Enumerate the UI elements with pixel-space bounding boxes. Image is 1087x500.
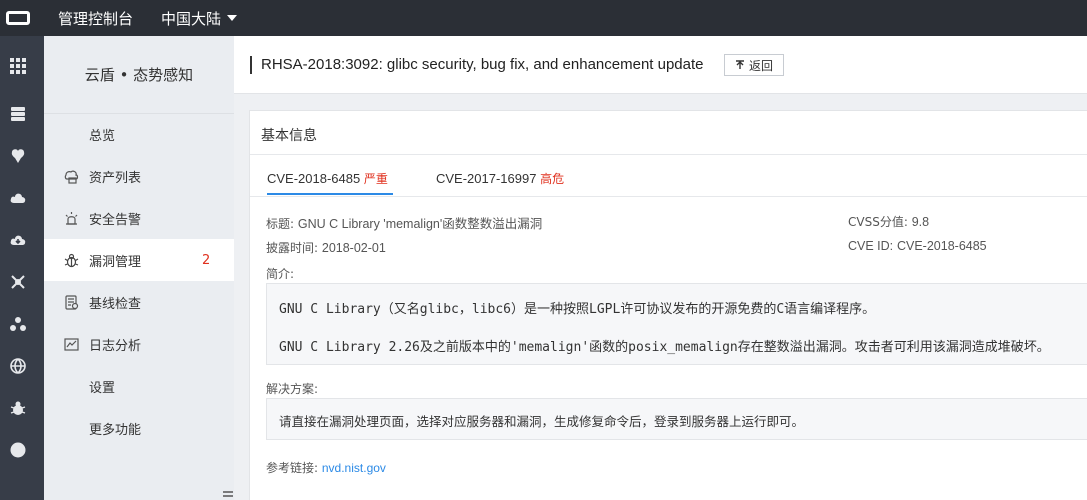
- intro-line: GNU C Library（又名glibc，libc6）是一种按照LGPL许可协…: [279, 302, 876, 317]
- cve-tabs: CVE-2018-6485 严重 CVE-2017-16997 高危: [250, 155, 1087, 197]
- reference-label: 参考链接:: [266, 461, 319, 475]
- sidebar-item-logs[interactable]: 日志分析: [44, 323, 234, 365]
- cvss-label: CVSS分值:: [848, 215, 908, 229]
- sidebar-item-label: 总览: [89, 128, 116, 144]
- bug-icon[interactable]: [10, 400, 26, 416]
- collapse-sidebar-icon[interactable]: [222, 488, 234, 500]
- sidebar-item-overview[interactable]: 总览: [44, 113, 234, 155]
- cve-id-label: CVE ID:: [848, 239, 894, 253]
- main-content: RHSA-2018:3092: glibc security, bug fix,…: [234, 36, 1087, 500]
- severity-label: 严重: [363, 172, 388, 186]
- console-title[interactable]: 管理控制台: [58, 8, 133, 29]
- sidebar-item-label: 设置: [89, 380, 116, 396]
- disclosed-row: 披露时间: 2018-02-01: [266, 239, 386, 256]
- card-header: 基本信息: [250, 111, 1087, 155]
- cve-id-value: CVE-2018-6485: [896, 239, 987, 253]
- sidebar-item-label: 更多功能: [89, 422, 142, 438]
- intro-line: GNU C Library 2.26及之前版本中的'memalign'函数的po…: [279, 340, 1050, 355]
- vuln-title-row: 标题: GNU C Library 'memalign'函数整数溢出漏洞: [266, 213, 542, 232]
- log-icon: [64, 337, 79, 352]
- sidebar-item-alerts[interactable]: 安全告警: [44, 197, 234, 239]
- tab-cve-id: CVE-2018-6485: [267, 171, 361, 186]
- server-icon[interactable]: [10, 106, 26, 122]
- product-rail: [0, 36, 44, 500]
- page-header: RHSA-2018:3092: glibc security, bug fix,…: [234, 36, 1087, 94]
- sidebar-item-more[interactable]: 更多功能: [44, 407, 234, 449]
- sidebar-item-label: 漏洞管理: [89, 254, 142, 270]
- cvss-row: CVSS分值: 9.8: [848, 213, 929, 230]
- back-button-label: 返回: [748, 58, 773, 73]
- shield-brain-icon[interactable]: [10, 148, 26, 164]
- active-tab-indicator: [267, 193, 393, 195]
- alarm-icon: [64, 211, 79, 226]
- sidebar-item-assets[interactable]: 资产列表: [44, 155, 234, 197]
- basic-info-card: 基本信息 CVE-2018-6485 严重 CVE-2017-16997 高危 …: [249, 110, 1087, 500]
- sidebar-item-settings[interactable]: 设置: [44, 365, 234, 407]
- disclosed-value: 2018-02-01: [321, 241, 386, 255]
- solution-label: 解决方案:: [266, 382, 319, 396]
- card-title: 基本信息: [261, 128, 317, 144]
- severity-label: 高危: [540, 172, 565, 186]
- sidebar-item-label: 安全告警: [89, 212, 142, 228]
- console-logo[interactable]: [0, 0, 36, 36]
- asset-list-icon: [64, 169, 79, 184]
- back-button[interactable]: 返回: [724, 54, 784, 76]
- region-selector[interactable]: 中国大陆: [161, 8, 238, 29]
- intro-box: GNU C Library（又名glibc，libc6）是一种按照LGPL许可协…: [266, 283, 1087, 365]
- sidebar-item-label: 资产列表: [89, 170, 142, 186]
- sidebar-item-baseline[interactable]: 基线检查: [44, 281, 234, 323]
- intro-label: 简介:: [266, 267, 295, 281]
- circle-icon[interactable]: [10, 442, 26, 458]
- cve-id-row: CVE ID: CVE-2018-6485: [848, 239, 987, 253]
- region-label: 中国大陆: [161, 9, 222, 28]
- product-heading: 云盾 • 态势感知: [44, 36, 234, 114]
- solution-text: 请直接在漏洞处理页面，选择对应服务器和漏洞，生成修复命令后，登录到服务器上运行即…: [279, 414, 805, 429]
- top-bar: 管理控制台 中国大陆: [0, 0, 1087, 36]
- reference-link[interactable]: nvd.nist.gov: [322, 461, 386, 475]
- sidebar-item-label: 基线检查: [89, 296, 142, 312]
- count-badge: 2: [202, 252, 211, 268]
- tab-cve-2018-6485[interactable]: CVE-2018-6485 严重: [267, 170, 388, 187]
- page-title: RHSA-2018:3092: glibc security, bug fix,…: [261, 56, 704, 73]
- sub-sidebar: 云盾 • 态势感知 总览 资产列表 安全告警 漏洞管理 2 基线检查 日志分析 …: [44, 36, 234, 500]
- tab-cve-id: CVE-2017-16997: [436, 171, 537, 186]
- cloud-icon[interactable]: [10, 190, 26, 206]
- globe-icon[interactable]: [10, 358, 26, 374]
- vuln-title-value: GNU C Library 'memalign'函数整数溢出漏洞: [297, 217, 543, 231]
- cvss-value: 9.8: [911, 215, 930, 229]
- title-marker: [250, 56, 252, 74]
- caret-down-icon: [227, 15, 238, 21]
- reference-row: 参考链接: nvd.nist.gov: [266, 459, 386, 476]
- upload-arrow-icon: [735, 60, 744, 69]
- cloud-download-icon[interactable]: [10, 232, 26, 248]
- sidebar-item-vulnerabilities[interactable]: 漏洞管理 2: [44, 239, 234, 281]
- apps-grid-icon[interactable]: [10, 58, 26, 74]
- disclosed-label: 披露时间:: [266, 241, 319, 255]
- vuln-title-label: 标题:: [266, 217, 295, 231]
- checklist-icon: [64, 294, 79, 310]
- sidebar-item-label: 日志分析: [89, 338, 142, 354]
- network-icon[interactable]: [10, 274, 26, 290]
- cluster-icon[interactable]: [10, 316, 26, 332]
- solution-box: 请直接在漏洞处理页面，选择对应服务器和漏洞，生成修复命令后，登录到服务器上运行即…: [266, 398, 1087, 440]
- bug-icon: [64, 253, 79, 268]
- tab-cve-2017-16997[interactable]: CVE-2017-16997 高危: [436, 170, 564, 187]
